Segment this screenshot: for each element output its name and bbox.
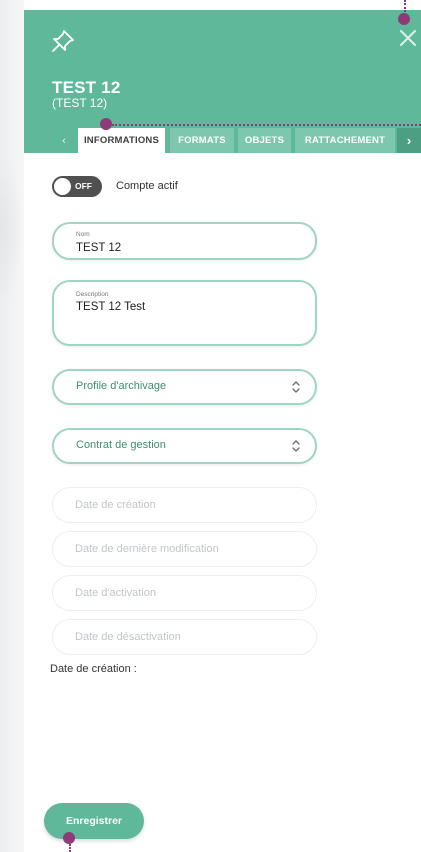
- page-subtitle: (TEST 12): [52, 96, 108, 110]
- description-label: Description: [76, 291, 109, 298]
- annotation-marker: [63, 832, 75, 844]
- date-creation-placeholder: Date de création: [75, 499, 156, 511]
- close-icon[interactable]: [398, 28, 418, 48]
- side-panel: TEST 12 (TEST 12) ‹ INFORMATIONS FORMATS…: [24, 10, 421, 852]
- date-creation-label: Date de création :: [50, 663, 137, 675]
- background-left-edge: [0, 0, 24, 852]
- date-desactivation-field[interactable]: Date de désactivation: [52, 619, 317, 655]
- background-shade: [0, 150, 24, 310]
- contrat-gestion-text: Contrat de gestion: [76, 439, 166, 451]
- annotation-line: [112, 124, 421, 126]
- annotation-marker: [398, 13, 410, 25]
- date-modification-field[interactable]: Date de dernière modification: [52, 531, 317, 567]
- toggle-label: Compte actif: [116, 180, 178, 192]
- panel-header: TEST 12 (TEST 12) ‹ INFORMATIONS FORMATS…: [24, 10, 421, 153]
- tab-next-button[interactable]: ›: [397, 128, 421, 153]
- toggle-state: OFF: [75, 180, 92, 191]
- date-activation-placeholder: Date d'activation: [75, 587, 156, 599]
- description-value: TEST 12 Test: [76, 301, 146, 313]
- annotation-line: [404, 0, 406, 12]
- tab-rattachement[interactable]: RATTACHEMENT: [295, 128, 395, 153]
- date-creation-field[interactable]: Date de création: [52, 487, 317, 523]
- nom-field[interactable]: Nom TEST 12: [52, 222, 317, 260]
- annotation-marker: [100, 118, 112, 130]
- annotation-line: [69, 844, 71, 852]
- date-desactivation-placeholder: Date de désactivation: [75, 631, 181, 643]
- select-chevron-icon: [292, 440, 300, 452]
- select-chevron-icon: [292, 381, 300, 393]
- nom-value: TEST 12: [76, 242, 122, 254]
- date-modification-placeholder: Date de dernière modification: [75, 543, 219, 555]
- tab-formats[interactable]: FORMATS: [170, 128, 234, 153]
- contrat-gestion-select[interactable]: Contrat de gestion: [52, 428, 317, 464]
- pin-icon[interactable]: [50, 28, 76, 54]
- toggle-knob: [54, 177, 71, 195]
- profile-archivage-select[interactable]: Profile d'archivage: [52, 369, 317, 405]
- nom-label: Nom: [76, 231, 90, 238]
- save-button[interactable]: Enregistrer: [44, 803, 144, 839]
- tab-prev-button[interactable]: ‹: [52, 128, 76, 153]
- date-activation-field[interactable]: Date d'activation: [52, 575, 317, 611]
- tab-objets[interactable]: OBJETS: [238, 128, 291, 153]
- tab-bar: ‹ INFORMATIONS FORMATS OBJETS RATTACHEME…: [24, 128, 421, 153]
- page-title: TEST 12: [52, 78, 121, 97]
- profile-archivage-text: Profile d'archivage: [76, 380, 167, 392]
- compte-actif-toggle[interactable]: OFF: [52, 175, 102, 197]
- description-field[interactable]: Description TEST 12 Test: [52, 280, 317, 346]
- tab-informations[interactable]: INFORMATIONS: [78, 128, 165, 153]
- compte-actif-row: OFF Compte actif: [52, 175, 178, 197]
